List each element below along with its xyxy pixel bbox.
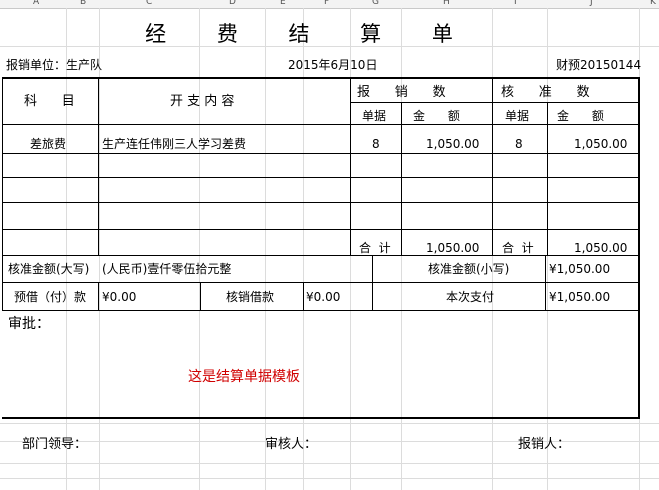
form-title: 经 费 结 算 单: [145, 22, 475, 46]
column-header[interactable]: D: [229, 0, 236, 7]
row-subject[interactable]: 差旅费: [30, 137, 66, 151]
advance-value[interactable]: ¥0.00: [102, 290, 136, 304]
column-header[interactable]: C: [146, 0, 152, 7]
subject-header: 科 目: [24, 94, 75, 109]
claimant-label: 报销人：: [518, 437, 571, 452]
advance-label: 预借（付）款: [14, 290, 87, 304]
row-content[interactable]: 生产连任伟刚三人学习差费: [102, 137, 246, 151]
column-header[interactable]: G: [372, 0, 379, 7]
report-total-amount[interactable]: 1,050.00: [426, 241, 479, 255]
report-doc-header: 单据: [362, 109, 387, 123]
column-header[interactable]: I: [514, 0, 517, 7]
approved-lower-label: 核准金额(小写): [428, 262, 510, 276]
table-border-bottom: [2, 417, 640, 419]
template-note: 这是结算单据模板: [188, 369, 300, 385]
approve-total-amount[interactable]: 1,050.00: [574, 241, 627, 255]
column-header[interactable]: E: [280, 0, 286, 7]
content-header: 开 支 内 容: [170, 94, 235, 109]
column-header[interactable]: J: [590, 0, 593, 7]
reviewer-label: 审核人：: [265, 437, 318, 452]
column-header[interactable]: A: [33, 0, 39, 7]
approve-amount-header: 金 额: [557, 109, 604, 123]
report-total-label: 合 计: [359, 241, 391, 255]
approval-label: 审批：: [8, 316, 50, 332]
approved-upper-label: 核准金额(大写): [8, 262, 90, 276]
writeoff-value[interactable]: ¥0.00: [306, 290, 340, 304]
row-approve-docs[interactable]: 8: [515, 137, 523, 151]
column-header[interactable]: F: [324, 0, 329, 7]
column-header[interactable]: B: [80, 0, 86, 7]
dept-leader-label: 部门领导：: [22, 437, 88, 452]
voucher-number[interactable]: 财预20150144: [556, 58, 641, 72]
row-approve-amount[interactable]: 1,050.00: [574, 137, 627, 151]
approve-header: 核 准 数: [501, 85, 590, 100]
approved-lower-value[interactable]: ¥1,050.00: [549, 262, 610, 276]
approve-doc-header: 单据: [505, 109, 530, 123]
column-header[interactable]: K: [650, 0, 656, 7]
unit-label[interactable]: 报销单位：生产队: [6, 58, 102, 72]
report-header: 报 销 数: [357, 85, 446, 100]
writeoff-label: 核销借款: [226, 290, 275, 304]
table-border-left: [2, 77, 3, 310]
table-border-right: [638, 77, 640, 418]
form-date[interactable]: 2015年6月10日: [288, 58, 377, 72]
approved-upper-value[interactable]: (人民币)壹仟零伍拾元整: [102, 262, 231, 276]
row-report-docs[interactable]: 8: [372, 137, 380, 151]
current-pay-label: 本次支付: [446, 290, 495, 304]
report-amount-header: 金 额: [413, 109, 460, 123]
column-header[interactable]: H: [443, 0, 450, 7]
current-pay-value[interactable]: ¥1,050.00: [549, 290, 610, 304]
approve-total-label: 合 计: [502, 241, 534, 255]
row-report-amount[interactable]: 1,050.00: [426, 137, 479, 151]
